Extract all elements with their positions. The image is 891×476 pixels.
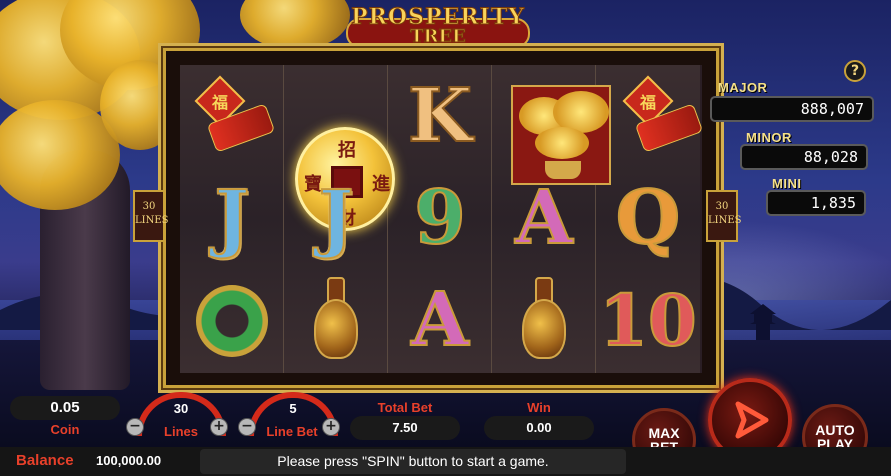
lines-indicator-number: 30 — [715, 201, 729, 212]
lines-indicator-number: 30 — [142, 201, 156, 212]
major-jackpot-value: 888,007 — [710, 96, 874, 122]
total-bet-label: Total Bet — [377, 400, 433, 415]
logo-title-line2: TREE — [410, 26, 467, 48]
line-bet-display: 5 — [258, 398, 328, 420]
symbol-a: A — [514, 174, 573, 262]
max-bet-label-1: MAX — [648, 425, 680, 441]
coin-value: 0.05 — [50, 399, 80, 416]
lines-minus-button[interactable]: − — [126, 418, 144, 436]
golden-foliage — [240, 0, 350, 50]
total-bet-value: 7.50 — [392, 420, 418, 435]
vase-symbol — [310, 273, 362, 365]
reel-grid: 福 招 進 寶 財 K 福 J J 9 A Q A 10 — [180, 65, 704, 373]
win-value: 0.00 — [526, 420, 552, 435]
lines-indicator-left: 30 LINES — [133, 190, 169, 242]
symbol-q: Q — [615, 174, 681, 262]
lines-label: Lines — [164, 424, 198, 439]
lines-indicator-right: 30 LINES — [706, 190, 742, 242]
symbol-9: 9 — [413, 174, 467, 262]
vase-symbol — [518, 273, 570, 365]
fu-character: 福 — [639, 93, 656, 112]
major-jackpot-label: MAJOR — [718, 80, 768, 95]
pagoda-silhouette — [750, 304, 776, 340]
symbol-a: A — [410, 276, 469, 364]
reel-frame: 福 招 進 寶 財 K 福 J J 9 A Q A 10 — [163, 48, 719, 388]
jade-ring-symbol — [196, 285, 268, 357]
balance-value: 100,000.00 — [96, 453, 162, 468]
symbol-j: J — [317, 174, 354, 262]
mini-jackpot-value: 1,835 — [766, 190, 866, 216]
lines-value: 30 — [173, 401, 189, 416]
coin-display[interactable]: 0.05 — [10, 396, 120, 420]
auto-play-label-1: AUTO — [815, 422, 855, 438]
help-button[interactable]: ? — [844, 60, 866, 82]
lines-display: 30 — [146, 398, 216, 420]
total-bet-display: 7.50 — [350, 416, 460, 440]
win-display: 0.00 — [484, 416, 594, 440]
balance-label: Balance — [16, 452, 74, 469]
symbol-k: K — [407, 72, 473, 160]
mini-jackpot-label: MINI — [772, 176, 802, 191]
minor-jackpot-value: 88,028 — [740, 144, 868, 170]
symbol-10: 10 — [598, 278, 697, 363]
win-label: Win — [527, 400, 551, 415]
minor-jackpot-label: MINOR — [746, 130, 792, 145]
lines-indicator-label: LINES — [708, 215, 742, 226]
line-bet-label: Line Bet — [266, 424, 318, 439]
symbol-j: J — [213, 174, 250, 262]
coin-label: Coin — [50, 422, 80, 437]
line-bet-value: 5 — [289, 401, 297, 416]
status-message: Please press "SPIN" button to start a ga… — [200, 449, 626, 474]
bonsai-leaf — [535, 127, 589, 159]
vase-body — [314, 299, 358, 359]
coin-char-top: 招 — [338, 140, 356, 161]
vase-body — [522, 299, 566, 359]
lines-indicator-label: LINES — [135, 215, 169, 226]
game-logo: PROSPERITY TREE — [338, 4, 538, 52]
fu-character: 福 — [211, 93, 228, 112]
